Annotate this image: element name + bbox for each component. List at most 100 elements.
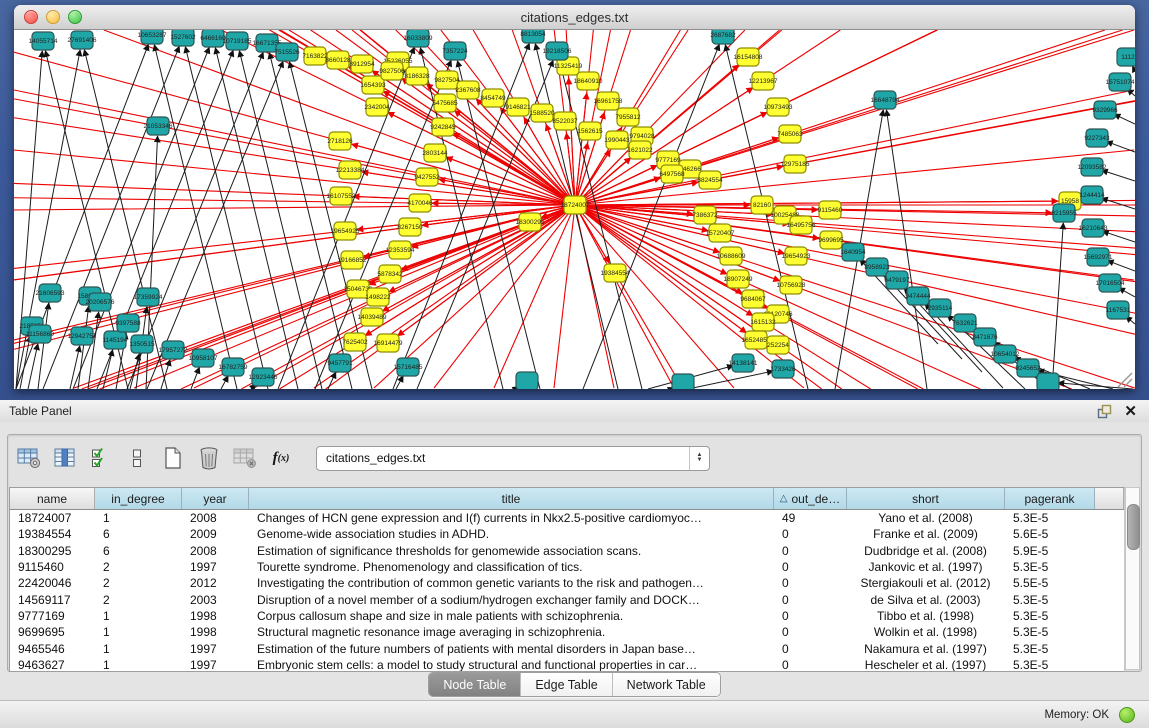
column-header-year[interactable]: year (182, 488, 249, 509)
table-row[interactable]: 977716911998Corpus callosum shape and si… (10, 608, 1124, 624)
table-row[interactable]: 1938455462009Genome-wide association stu… (10, 526, 1124, 542)
network-node-label: 7357224 (442, 48, 468, 55)
network-node[interactable] (672, 374, 694, 389)
network-node-label: 9827504 (434, 77, 460, 84)
float-panel-icon[interactable] (1097, 404, 1112, 419)
network-view-window[interactable]: citations_edges.txt 18724007183002951938… (14, 5, 1135, 389)
table-settings-button[interactable] (16, 445, 42, 471)
table-cell: Structural magnetic resonance image aver… (249, 625, 774, 639)
network-node-label: 9699695 (818, 237, 844, 244)
column-header-filler (1095, 488, 1124, 509)
table-panel-titlebar: Table Panel ✕ (0, 400, 1149, 423)
table-row[interactable]: 1872400712008Changes of HCN gene express… (10, 510, 1124, 526)
close-panel-icon[interactable]: ✕ (1124, 404, 1137, 419)
network-node[interactable] (516, 372, 538, 389)
table-row[interactable]: 1830029562008Estimation of significance … (10, 543, 1124, 559)
network-node-label: 12213967 (749, 78, 778, 85)
network-node-label: 9684067 (740, 296, 766, 303)
delete-attribute-button[interactable] (196, 445, 222, 471)
network-node-label: 18640910 (574, 78, 603, 85)
table-cell: 22420046 (10, 576, 95, 590)
network-node[interactable] (1037, 373, 1059, 389)
close-window-button[interactable] (24, 10, 38, 24)
table-row[interactable]: 911546021997Tourette syndrome. Phenomeno… (10, 559, 1124, 575)
network-node-label: 4170046 (407, 200, 433, 207)
table-cell: 1997 (182, 560, 249, 574)
function-builder-button[interactable]: f(x) (268, 445, 294, 471)
table-header-row: namein_degreeyeartitle△out_de…shortpager… (10, 488, 1124, 510)
table-row[interactable]: 2242004622012Investigating the contribut… (10, 575, 1124, 591)
table-vertical-scrollbar[interactable] (1125, 487, 1140, 670)
network-node-label: 16914479 (374, 340, 403, 347)
scrollbar-thumb[interactable] (1127, 504, 1140, 550)
table-cell: 1 (95, 625, 182, 639)
table-cell: 5.3E-5 (1005, 609, 1095, 623)
tab-edge-table[interactable]: Edge Table (521, 673, 612, 696)
table-selector-dropdown[interactable]: citations_edges.txt ▲▼ (316, 446, 710, 471)
table-cell: 1 (95, 609, 182, 623)
tab-node-table[interactable]: Node Table (429, 673, 521, 696)
column-header-out_de[interactable]: △out_de… (774, 488, 847, 509)
table-cell: 0 (774, 544, 847, 558)
network-node-label: 8813054 (520, 31, 546, 38)
tab-network-table[interactable]: Network Table (613, 673, 720, 696)
citation-edge-red (575, 201, 1058, 205)
select-all-button[interactable] (88, 445, 114, 471)
network-node-label: 2935114 (928, 305, 953, 312)
network-node-label: 27691406 (68, 37, 97, 44)
table-cell: 5.9E-5 (1005, 544, 1095, 558)
network-node-label: 17016504 (1096, 280, 1125, 287)
table-cell: 0 (774, 576, 847, 590)
minimize-window-button[interactable] (46, 10, 60, 24)
memory-status-label: Memory: OK (1044, 709, 1109, 721)
table-cell: 1 (95, 642, 182, 656)
column-header-name[interactable]: name (10, 488, 95, 509)
network-node-label: 5878342 (377, 271, 403, 278)
citation-edge-black (239, 51, 322, 389)
network-node-label: 9794028 (629, 133, 655, 140)
zoom-window-button[interactable] (68, 10, 82, 24)
network-node-label: 14055714 (29, 38, 58, 45)
network-node-label: 17957272 (159, 347, 188, 354)
network-node-label: 10756928 (777, 282, 806, 289)
table-panel-inner: f(x) citations_edges.txt ▲▼ namein_degre… (7, 434, 1142, 672)
network-window-titlebar[interactable]: citations_edges.txt (14, 5, 1135, 30)
citation-edge-black (215, 48, 298, 389)
network-node-label: 1350515 (129, 341, 155, 348)
column-header-short[interactable]: short (847, 488, 1005, 509)
show-column-button[interactable] (52, 445, 78, 471)
citation-edge-black (1106, 141, 1135, 152)
delete-table-button[interactable] (232, 445, 258, 471)
table-row[interactable]: 1456911722003Disruption of a novel membe… (10, 591, 1124, 607)
attribute-table[interactable]: namein_degreeyeartitle△out_de…shortpager… (9, 487, 1125, 672)
table-tabs-row: Node TableEdge TableNetwork Table (0, 672, 1149, 696)
table-row[interactable]: 969969511998Structural magnetic resonanc… (10, 624, 1124, 640)
citation-edge-black (1102, 231, 1135, 242)
network-node-label: 17359924 (134, 294, 163, 301)
unselect-all-button[interactable] (124, 445, 150, 471)
table-row[interactable]: 946362711997Embryonic stem cells: a mode… (10, 657, 1124, 672)
citation-edge-red (575, 90, 1134, 205)
table-cell: 1998 (182, 609, 249, 623)
network-node-label: 16495756 (787, 222, 816, 229)
citation-edge-black (1102, 170, 1135, 181)
network-node-label: 8186328 (404, 73, 430, 80)
network-node-label: 9242845 (430, 124, 456, 131)
column-header-title[interactable]: title (249, 488, 774, 509)
memory-status-indicator[interactable] (1119, 707, 1135, 723)
network-node-label: 16782759 (219, 364, 248, 371)
table-cell: 5.6E-5 (1005, 527, 1095, 541)
create-table-button[interactable] (160, 445, 186, 471)
table-cell: 14569117 (10, 593, 95, 607)
table-row[interactable]: 946554611997Estimation of the future num… (10, 640, 1124, 656)
network-node-label: 19384554 (601, 270, 630, 277)
network-canvas[interactable]: 1872400718300295193845547163822866012889… (14, 30, 1135, 389)
network-node-label: 10719185 (223, 38, 252, 45)
table-cell: Disruption of a novel member of a sodium… (249, 593, 774, 607)
network-node-label: 9146821 (505, 104, 531, 111)
column-header-in_degree[interactable]: in_degree (95, 488, 182, 509)
column-header-pagerank[interactable]: pagerank (1005, 488, 1095, 509)
nodes-layer: 1872400718300295193845547163822866012889… (19, 30, 1135, 389)
network-node-label: 10973493 (764, 104, 793, 111)
network-node-label: 2342004 (364, 104, 390, 111)
